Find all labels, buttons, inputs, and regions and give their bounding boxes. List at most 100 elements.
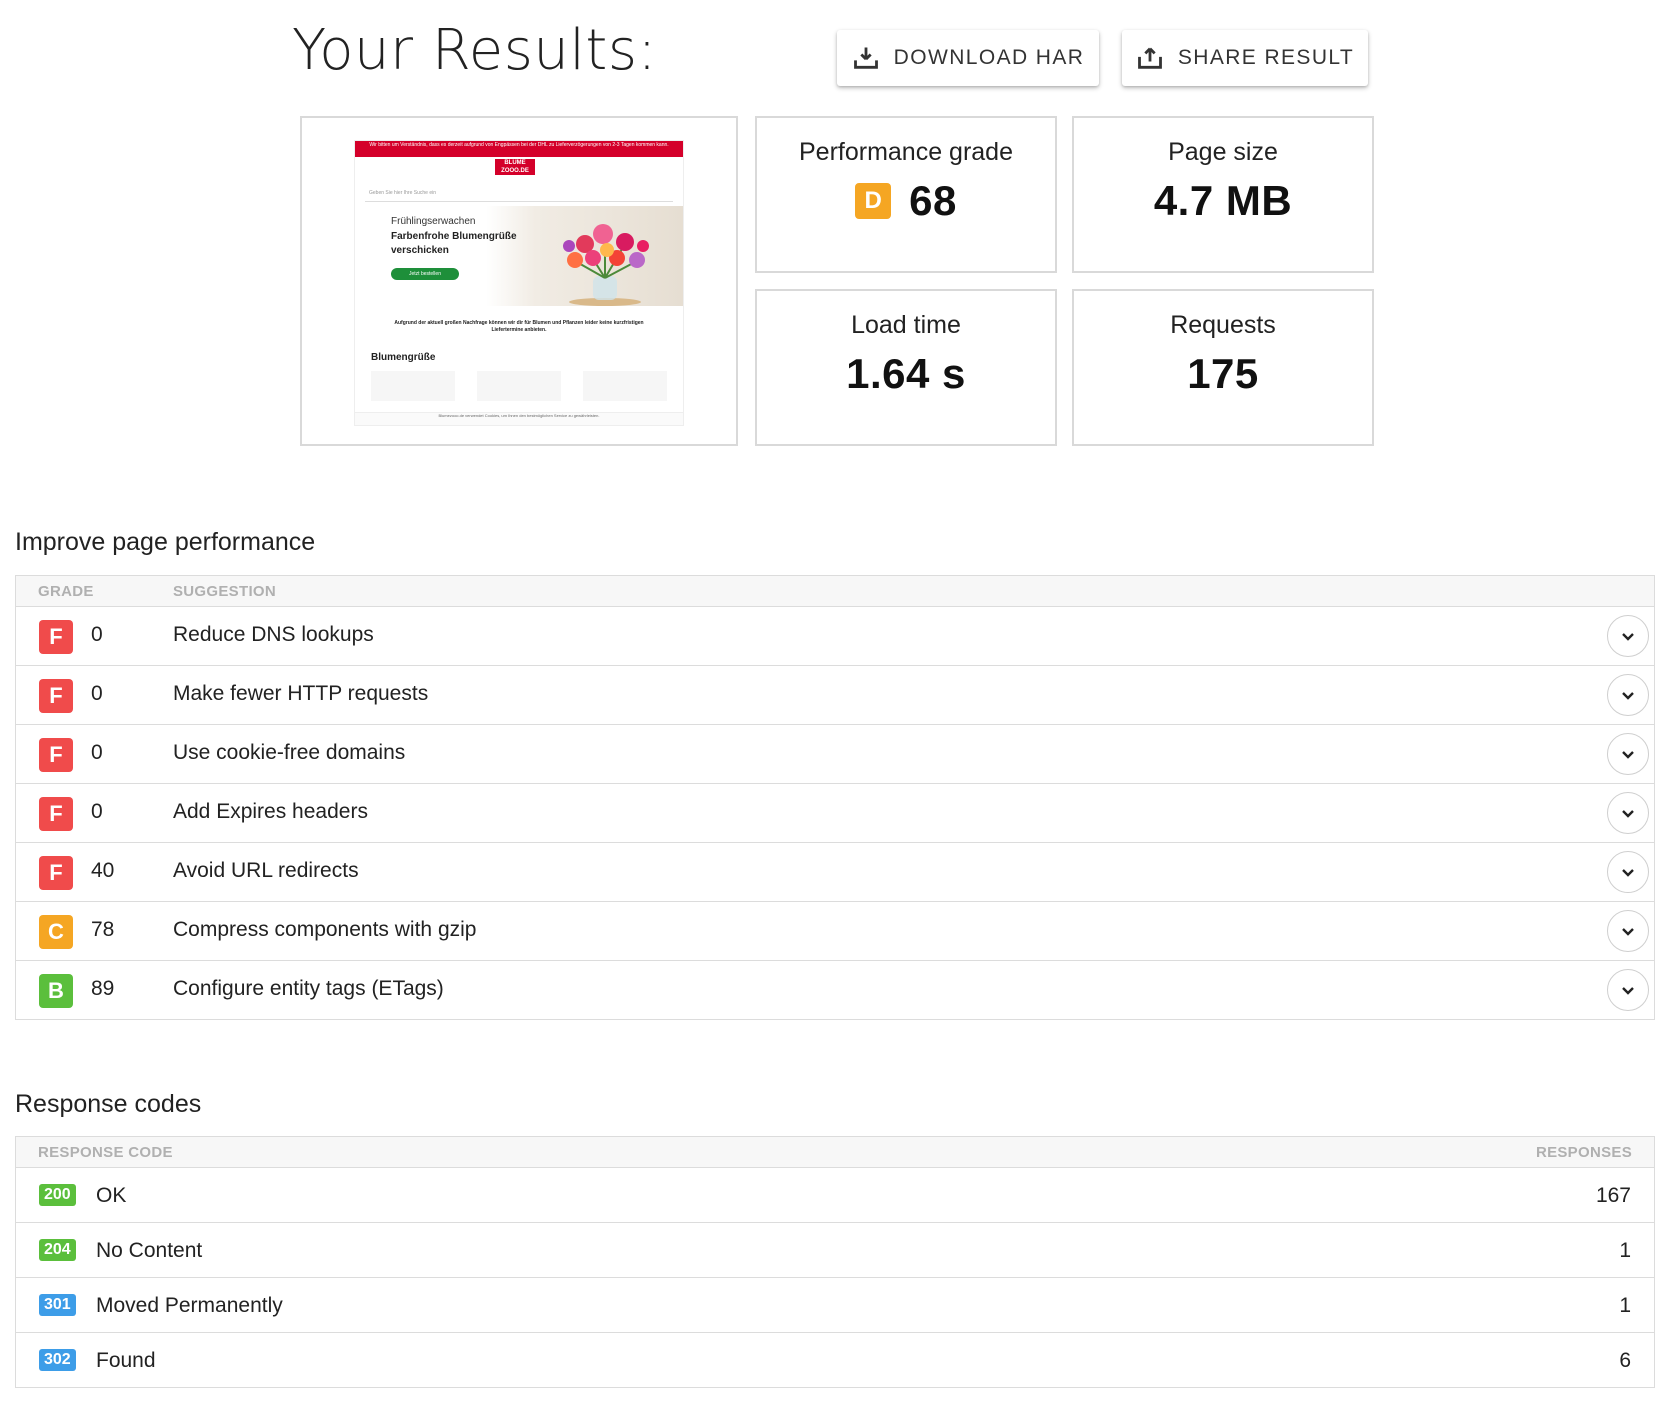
suggestion-text: Avoid URL redirects <box>173 859 359 882</box>
page-screenshot: Wir bitten um Verständnis, dass es derze… <box>354 140 684 426</box>
grade-badge: B <box>39 974 73 1008</box>
grade-score: 0 <box>91 800 103 823</box>
expand-button[interactable] <box>1607 733 1649 775</box>
response-code-row: 204 No Content 1 <box>16 1223 1654 1278</box>
thumb-header: BLUME ZOOO.DE <box>355 157 683 183</box>
responses-column-header: RESPONSES <box>1535 1144 1632 1161</box>
download-har-button[interactable]: DOWNLOAD HAR <box>837 30 1099 86</box>
thumb-banner: Wir bitten um Verständnis, dass es derze… <box>355 141 683 157</box>
download-har-label: DOWNLOAD HAR <box>893 46 1085 69</box>
flower-bouquet-image <box>563 224 649 306</box>
thumb-search: Geben Sie hier Ihre Suche ein <box>365 185 673 202</box>
performance-grade-label: Performance grade <box>798 138 1013 166</box>
suggestion-row[interactable]: F 0 Make fewer HTTP requests <box>16 666 1654 725</box>
suggestion-row[interactable]: F 40 Avoid URL redirects <box>16 843 1654 902</box>
grade-column-header: GRADE <box>38 583 94 600</box>
share-result-label: SHARE RESULT <box>1177 46 1355 69</box>
grade-badge: F <box>39 797 73 831</box>
status-badge: 204 <box>39 1239 76 1261</box>
response-count: 167 <box>1595 1184 1631 1207</box>
grade-badge: F <box>39 620 73 654</box>
status-text: No Content <box>96 1239 203 1262</box>
status-text: Moved Permanently <box>96 1294 283 1317</box>
thumb-hero-cta: Jetzt bestellen <box>391 268 459 280</box>
thumb-notice: Aufgrund der aktuell großen Nachfrage kö… <box>394 320 644 333</box>
thumb-tile <box>583 371 667 401</box>
download-icon <box>853 47 878 69</box>
chevron-down-icon <box>1622 869 1634 877</box>
status-badge: 301 <box>39 1294 76 1316</box>
suggestions-table: GRADE SUGGESTION F 0 Reduce DNS lookups F 0 M… <box>15 575 1655 1020</box>
suggestion-row[interactable]: B 89 Configure entity tags (ETags) <box>16 961 1654 1019</box>
expand-button[interactable] <box>1607 910 1649 952</box>
grade-score: 40 <box>91 859 115 882</box>
requests-label: Requests <box>1170 311 1276 339</box>
performance-grade-value: 68 <box>909 177 957 224</box>
thumb-hero-line1: Frühlingserwachen <box>391 216 476 227</box>
grade-badge: D <box>855 183 892 219</box>
load-time-label: Load time <box>851 311 961 339</box>
response-count: 1 <box>1619 1294 1631 1317</box>
improve-section-title: Improve page performance <box>15 528 316 556</box>
grade-badge: C <box>39 915 73 949</box>
chevron-down-icon <box>1622 751 1634 759</box>
page-screenshot-card: Wir bitten um Verständnis, dass es derze… <box>300 116 738 446</box>
expand-button[interactable] <box>1607 969 1649 1011</box>
suggestion-text: Compress components with gzip <box>173 918 477 941</box>
thumb-tile <box>477 371 561 401</box>
response-code-row: 301 Moved Permanently 1 <box>16 1278 1654 1333</box>
load-time-card: Load time 1.64 s <box>755 289 1057 446</box>
expand-button[interactable] <box>1607 674 1649 716</box>
page-size-value: 4.7 MB <box>1153 177 1293 224</box>
status-text: Found <box>96 1349 156 1372</box>
suggestion-row[interactable]: C 78 Compress components with gzip <box>16 902 1654 961</box>
grade-badge: F <box>39 738 73 772</box>
suggestion-row[interactable]: F 0 Add Expires headers <box>16 784 1654 843</box>
status-text: OK <box>96 1184 127 1207</box>
chevron-down-icon <box>1622 928 1634 936</box>
response-codes-table-header: RESPONSE CODE RESPONSES <box>16 1137 1654 1168</box>
suggestion-text: Use cookie-free domains <box>173 741 406 764</box>
grade-badge: F <box>39 679 73 713</box>
response-code-column-header: RESPONSE CODE <box>38 1144 173 1161</box>
suggestion-column-header: SUGGESTION <box>173 583 277 600</box>
suggestion-text: Configure entity tags (ETags) <box>173 977 444 1000</box>
suggestion-row[interactable]: F 0 Reduce DNS lookups <box>16 607 1654 666</box>
status-badge: 200 <box>39 1184 76 1206</box>
expand-button[interactable] <box>1607 792 1649 834</box>
response-codes-section-title: Response codes <box>15 1090 202 1118</box>
load-time-value: 1.64 s <box>846 350 966 397</box>
grade-score: 89 <box>91 977 115 1000</box>
thumb-logo: BLUME ZOOO.DE <box>495 159 535 175</box>
chevron-down-icon <box>1622 633 1634 641</box>
response-code-row: 200 OK 167 <box>16 1168 1654 1223</box>
suggestion-text: Make fewer HTTP requests <box>173 682 429 705</box>
requests-value: 175 <box>1187 350 1259 397</box>
page-size-label: Page size <box>1168 138 1278 166</box>
status-badge: 302 <box>39 1349 76 1371</box>
grade-score: 0 <box>91 741 103 764</box>
thumb-hero-line2: Farbenfrohe Blumengrüße verschicken <box>391 231 517 256</box>
grade-badge: F <box>39 856 73 890</box>
response-codes-table: RESPONSE CODE RESPONSES 200 OK 167 204 No Co… <box>15 1136 1655 1388</box>
grade-score: 0 <box>91 682 103 705</box>
requests-card: Requests 175 <box>1072 289 1374 446</box>
expand-button[interactable] <box>1607 615 1649 657</box>
suggestion-row[interactable]: F 0 Use cookie-free domains <box>16 725 1654 784</box>
suggestion-text: Reduce DNS lookups <box>173 623 374 646</box>
suggestions-table-header: GRADE SUGGESTION <box>16 576 1654 607</box>
response-count: 1 <box>1619 1239 1631 1262</box>
thumb-hero: Frühlingserwachen Farbenfrohe Blumengrüß… <box>355 206 683 306</box>
performance-grade-card: Performance grade D 68 <box>755 116 1057 273</box>
chevron-down-icon <box>1622 810 1634 818</box>
response-code-row: 302 Found 6 <box>16 1333 1654 1387</box>
response-count: 6 <box>1619 1349 1631 1372</box>
chevron-down-icon <box>1622 692 1634 700</box>
expand-button[interactable] <box>1607 851 1649 893</box>
upload-share-icon <box>1137 47 1162 69</box>
page-title: Your Results: <box>292 18 657 83</box>
thumb-tiles <box>355 363 683 401</box>
share-result-button[interactable]: SHARE RESULT <box>1122 30 1368 86</box>
grade-score: 0 <box>91 623 103 646</box>
page-size-card: Page size 4.7 MB <box>1072 116 1374 273</box>
